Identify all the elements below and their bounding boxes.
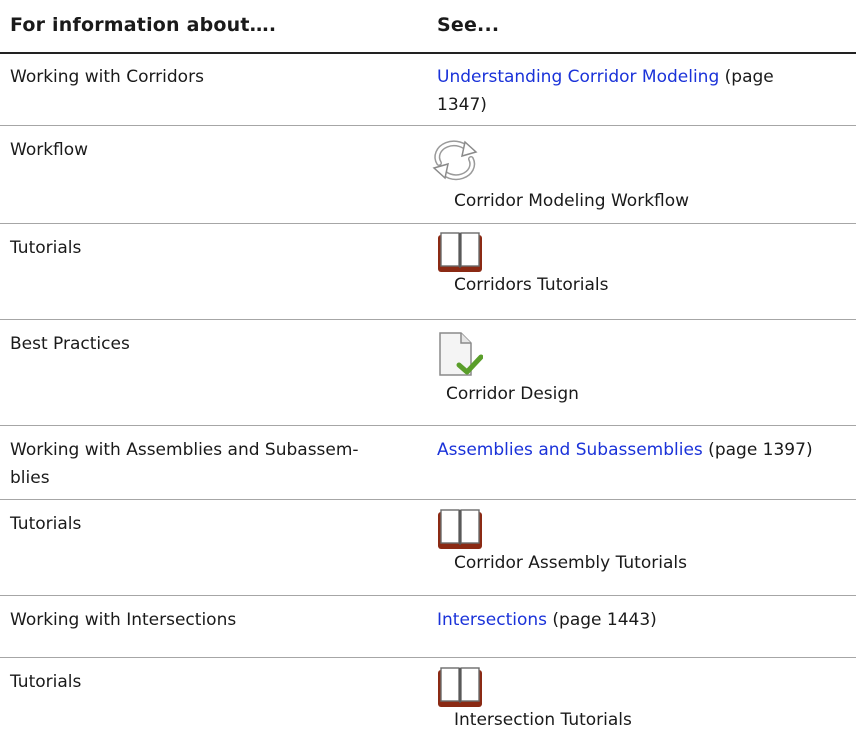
document-check-icon <box>439 332 483 376</box>
see-cell: Understanding Corridor Modeling (page 13… <box>437 63 847 119</box>
book-icon <box>438 232 482 272</box>
page-ref-cont: 1347) <box>437 95 487 115</box>
understanding-corridor-modeling-link[interactable]: Understanding Corridor Modeling <box>437 67 719 87</box>
table-row: Working with Assemblies and Subassem- bl… <box>0 427 856 500</box>
table-row: Tutorials Corridors Tutorials <box>0 225 856 320</box>
topic-text: Working with Intersections <box>10 610 237 630</box>
header-col2: See... <box>437 14 500 36</box>
topic-text: Tutorials <box>10 514 82 534</box>
link-label: Corridor Assembly Tutorials <box>454 553 687 573</box>
link-label: Corridors Tutorials <box>454 275 609 295</box>
topic-text: Working with Corridors <box>10 67 204 87</box>
table-row: Working with Intersections Intersections… <box>0 597 856 658</box>
table-row: Working with Corridors Understanding Cor… <box>0 54 856 126</box>
info-table: For information about…. See... Working w… <box>0 0 856 742</box>
table-row: Tutorials Intersection Tutorials <box>0 659 856 742</box>
link-label: Corridor Design <box>446 384 579 404</box>
assemblies-and-subassemblies-link[interactable]: Assemblies and Subassemblies <box>437 440 703 460</box>
book-icon <box>438 509 482 549</box>
topic-text: Best Practices <box>10 334 130 354</box>
topic-line-1: Working with Assemblies and Subassem- <box>10 440 359 460</box>
header-col1: For information about…. <box>10 14 277 36</box>
page-ref: (page <box>719 67 774 87</box>
link-label: Intersection Tutorials <box>454 710 632 730</box>
table-row: Tutorials Corridor Assembly Tutorials <box>0 501 856 596</box>
see-cell: Assemblies and Subassemblies (page 1397) <box>437 436 847 464</box>
page-ref: (page 1443) <box>547 610 657 630</box>
topic-text: Tutorials <box>10 238 82 258</box>
table-header: For information about…. See... <box>0 0 856 54</box>
workflow-cycle-icon <box>432 140 478 181</box>
table-row: Workflow Corridor Modeling Workflow <box>0 127 856 224</box>
table-row: Best Practices Corridor Design <box>0 321 856 426</box>
topic-line-2: blies <box>10 468 50 488</box>
book-icon <box>438 667 482 707</box>
link-label: Corridor Modeling Workflow <box>454 191 690 211</box>
see-cell: Intersections (page 1443) <box>437 606 847 634</box>
topic-text: Workflow <box>10 140 89 160</box>
page-ref: (page 1397) <box>702 440 813 460</box>
topic-text: Tutorials <box>10 672 82 692</box>
intersections-link[interactable]: Intersections <box>437 610 547 630</box>
topic-text: Working with Assemblies and Subassem- bl… <box>10 436 410 492</box>
